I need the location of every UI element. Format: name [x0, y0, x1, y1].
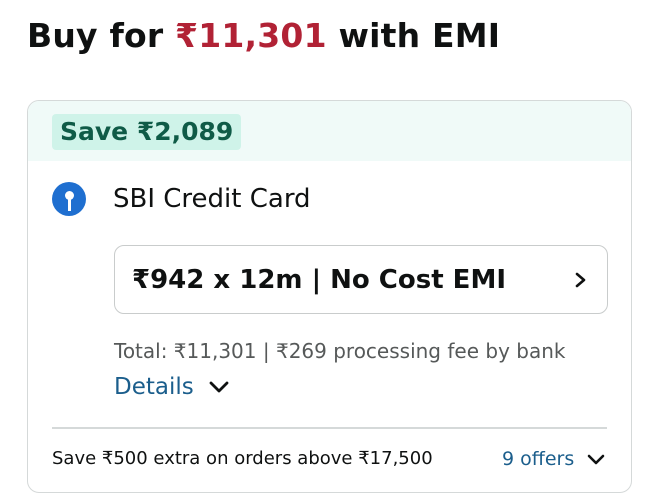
total-fee-text: Total: ₹11,301 | ₹269 processing fee by … — [114, 339, 566, 363]
chevron-right-icon — [575, 272, 586, 287]
emi-card: Save ₹2,089 SBI Credit Card ₹942 x 12m |… — [27, 100, 632, 493]
offers-link[interactable]: 9 offers — [502, 448, 574, 470]
headline-price: ₹11,301 — [175, 16, 327, 55]
chevron-down-icon — [209, 381, 229, 393]
emi-plan-label: ₹942 x 12m | No Cost EMI — [132, 264, 506, 295]
emi-plan-button[interactable]: ₹942 x 12m | No Cost EMI — [114, 245, 608, 314]
emi-headline: Buy for ₹11,301 with EMI — [27, 16, 500, 55]
bank-name: SBI Credit Card — [113, 184, 311, 214]
headline-prefix: Buy for — [27, 16, 176, 55]
bank-row: SBI Credit Card — [52, 179, 311, 219]
bank-offer-text: Save ₹500 extra on orders above ₹17,500 — [52, 448, 433, 469]
emi-panel: Buy for ₹11,301 with EMI Save ₹2,089 SBI… — [0, 0, 660, 500]
sbi-logo-icon — [52, 182, 86, 216]
chevron-down-icon — [587, 454, 605, 464]
divider — [52, 427, 607, 429]
details-link[interactable]: Details — [114, 374, 194, 400]
details-toggle[interactable]: Details — [114, 374, 230, 400]
headline-suffix: with EMI — [326, 16, 501, 55]
save-badge: Save ₹2,089 — [52, 114, 242, 150]
offers-toggle[interactable]: 9 offers — [502, 448, 606, 470]
